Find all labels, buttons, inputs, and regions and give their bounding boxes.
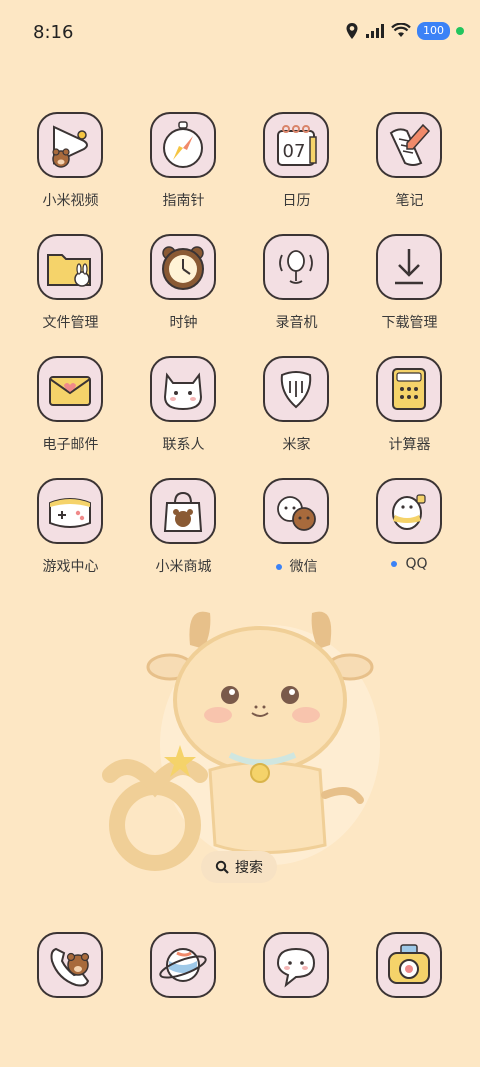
app-clock[interactable]: 时钟 xyxy=(127,234,240,354)
app-label: 文件管理 xyxy=(42,315,99,331)
notes-icon xyxy=(376,112,442,178)
privacy-dot xyxy=(456,27,464,35)
location-icon xyxy=(346,23,358,39)
gamepad-icon xyxy=(37,478,103,544)
app-game-center[interactable]: 游戏中心 xyxy=(14,478,127,598)
phone-icon xyxy=(37,932,103,998)
app-mi-store[interactable]: 小米商城 xyxy=(127,478,240,598)
search-label: 搜索 xyxy=(235,860,263,876)
app-notes[interactable]: 笔记 xyxy=(353,112,466,232)
svg-text:07: 07 xyxy=(283,141,306,162)
app-label: 电子邮件 xyxy=(42,437,99,453)
app-label: 游戏中心 xyxy=(42,559,99,575)
app-label: 微信 xyxy=(240,556,353,576)
app-label: 小米视频 xyxy=(42,193,99,209)
app-label: QQ xyxy=(353,556,466,572)
mijia-icon xyxy=(263,356,329,422)
signal-icon xyxy=(366,24,384,38)
app-recorder[interactable]: 录音机 xyxy=(240,234,353,354)
app-qq[interactable]: QQ xyxy=(353,478,466,598)
app-label: 日历 xyxy=(282,193,311,209)
app-label: 小米商城 xyxy=(155,559,212,575)
app-file-manager[interactable]: 文件管理 xyxy=(14,234,127,354)
app-label: 米家 xyxy=(282,437,311,453)
dock-app-phone[interactable] xyxy=(14,932,127,1002)
clock-icon xyxy=(150,234,216,300)
camera-icon xyxy=(376,932,442,998)
app-download-manager[interactable]: 下载管理 xyxy=(353,234,466,354)
dock-app-browser[interactable] xyxy=(127,932,240,1002)
app-label: 计算器 xyxy=(388,437,431,453)
search-button[interactable]: 搜索 xyxy=(201,851,277,883)
notification-dot xyxy=(275,564,282,570)
app-calculator[interactable]: 计算器 xyxy=(353,356,466,476)
video-icon xyxy=(37,112,103,178)
app-label: 笔记 xyxy=(395,193,424,209)
app-compass[interactable]: 指南针 xyxy=(127,112,240,232)
browser-icon xyxy=(150,932,216,998)
contacts-icon xyxy=(150,356,216,422)
qq-icon xyxy=(376,478,442,544)
calendar-icon: 07 xyxy=(263,112,329,178)
dock-app-camera[interactable] xyxy=(353,932,466,1002)
folder-icon xyxy=(37,234,103,300)
wifi-icon xyxy=(391,23,411,37)
app-mi-video[interactable]: 小米视频 xyxy=(14,112,127,232)
app-mijia[interactable]: 米家 xyxy=(240,356,353,476)
messages-icon xyxy=(263,932,329,998)
search-icon xyxy=(215,860,229,874)
app-wechat[interactable]: 微信 xyxy=(240,478,353,598)
status-bar: 8:16 100 xyxy=(0,0,480,68)
shop-bag-icon xyxy=(150,478,216,544)
app-label: 下载管理 xyxy=(381,315,438,331)
status-time: 8:16 xyxy=(33,22,74,43)
app-label: 录音机 xyxy=(275,315,318,331)
app-contacts[interactable]: 联系人 xyxy=(127,356,240,476)
app-email[interactable]: 电子邮件 xyxy=(14,356,127,476)
app-label: 联系人 xyxy=(162,437,205,453)
mail-icon xyxy=(37,356,103,422)
download-icon xyxy=(376,234,442,300)
notification-dot xyxy=(391,561,398,567)
status-icons: 100 xyxy=(345,22,464,40)
app-label: 时钟 xyxy=(169,315,198,331)
wallpaper-taurus-illustration xyxy=(102,611,380,871)
compass-icon xyxy=(150,112,216,178)
recorder-icon xyxy=(263,234,329,300)
calculator-icon xyxy=(376,356,442,422)
dock xyxy=(14,932,466,1002)
dock-app-messages[interactable] xyxy=(240,932,353,1002)
app-calendar[interactable]: 07 日历 xyxy=(240,112,353,232)
app-label: 指南针 xyxy=(162,193,205,209)
wechat-icon xyxy=(263,478,329,544)
battery-indicator: 100 xyxy=(417,22,450,40)
